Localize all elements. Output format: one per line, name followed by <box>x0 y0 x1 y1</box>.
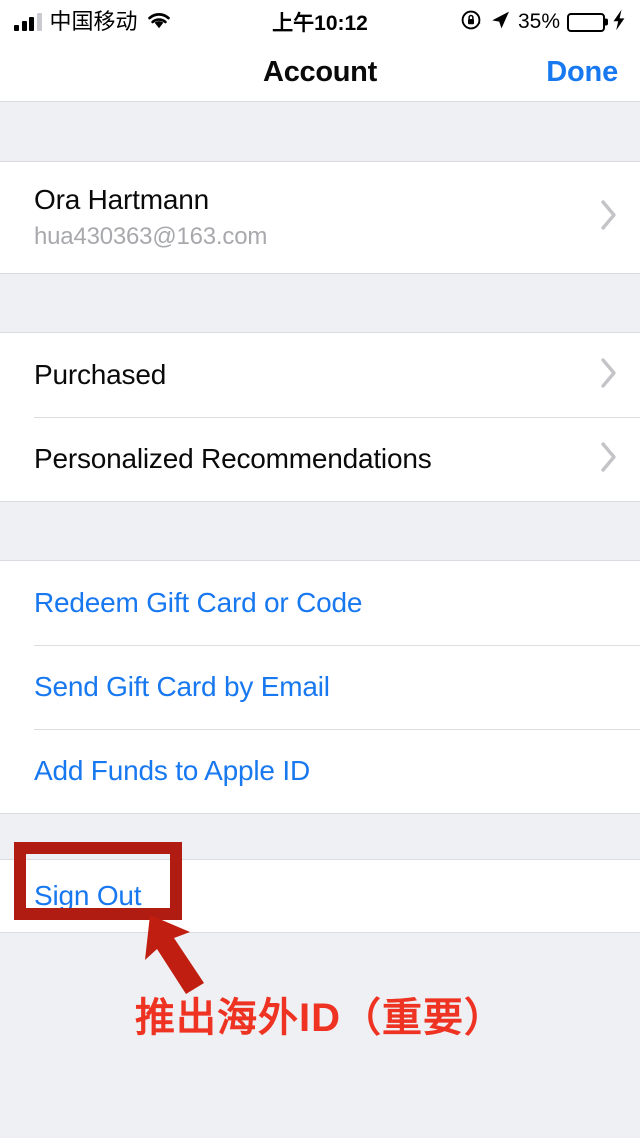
action-row-add-funds[interactable]: Add Funds to Apple ID <box>0 729 640 813</box>
sign-out-label: Sign Out <box>34 880 142 911</box>
action-row-send-gift-card[interactable]: Send Gift Card by Email <box>0 645 640 729</box>
chevron-right-icon <box>600 199 618 236</box>
action-label: Send Gift Card by Email <box>34 671 330 702</box>
account-row-text: Ora Hartmann hua430363@163.com <box>34 183 588 252</box>
menu-row-text: Personalized Recommendations <box>34 442 588 475</box>
chevron-right-icon <box>600 441 618 478</box>
action-row-redeem-gift-card[interactable]: Redeem Gift Card or Code <box>0 561 640 645</box>
account-row[interactable]: Ora Hartmann hua430363@163.com <box>0 162 640 273</box>
wifi-icon <box>146 10 172 35</box>
menu-row-text: Purchased <box>34 358 588 391</box>
actions-section: Redeem Gift Card or Code Send Gift Card … <box>0 560 640 814</box>
section-gap <box>0 814 640 859</box>
menu-row-purchased[interactable]: Purchased <box>0 333 640 417</box>
battery-percent-label: 35% <box>517 10 560 33</box>
chevron-right-icon <box>600 357 618 394</box>
action-label: Redeem Gift Card or Code <box>34 587 363 618</box>
rotation-lock-icon <box>460 9 482 36</box>
signout-section: Sign Out <box>0 859 640 933</box>
done-button[interactable]: Done <box>546 56 618 89</box>
account-name: Ora Hartmann <box>34 183 209 215</box>
menu-row-personalized-recommendations[interactable]: Personalized Recommendations <box>0 417 640 501</box>
page-title: Account <box>263 56 377 88</box>
sign-out-row[interactable]: Sign Out <box>0 860 640 932</box>
section-gap <box>0 274 640 332</box>
menu-item-label: Purchased <box>34 359 167 391</box>
section-gap <box>0 102 640 161</box>
lightning-bolt-icon <box>612 9 626 36</box>
location-arrow-icon <box>489 9 511 36</box>
menu-item-label: Personalized Recommendations <box>34 443 432 475</box>
menu-section: Purchased Personalized Recommendations <box>0 332 640 502</box>
battery-icon <box>567 12 605 32</box>
section-gap <box>0 502 640 560</box>
annotation-caption: 推出海外ID（重要） <box>135 996 505 1040</box>
navigation-bar: Account Done <box>0 44 640 102</box>
status-bar-right: 35% <box>460 9 626 36</box>
account-section: Ora Hartmann hua430363@163.com <box>0 161 640 274</box>
carrier-label: 中国移动 <box>49 9 138 34</box>
action-label: Add Funds to Apple ID <box>34 755 310 786</box>
account-email: hua430363@163.com <box>34 222 268 250</box>
signal-bars-icon <box>14 13 42 31</box>
status-bar: 中国移动 上午10:12 35% <box>0 0 640 44</box>
status-bar-left: 中国移动 <box>14 10 172 35</box>
